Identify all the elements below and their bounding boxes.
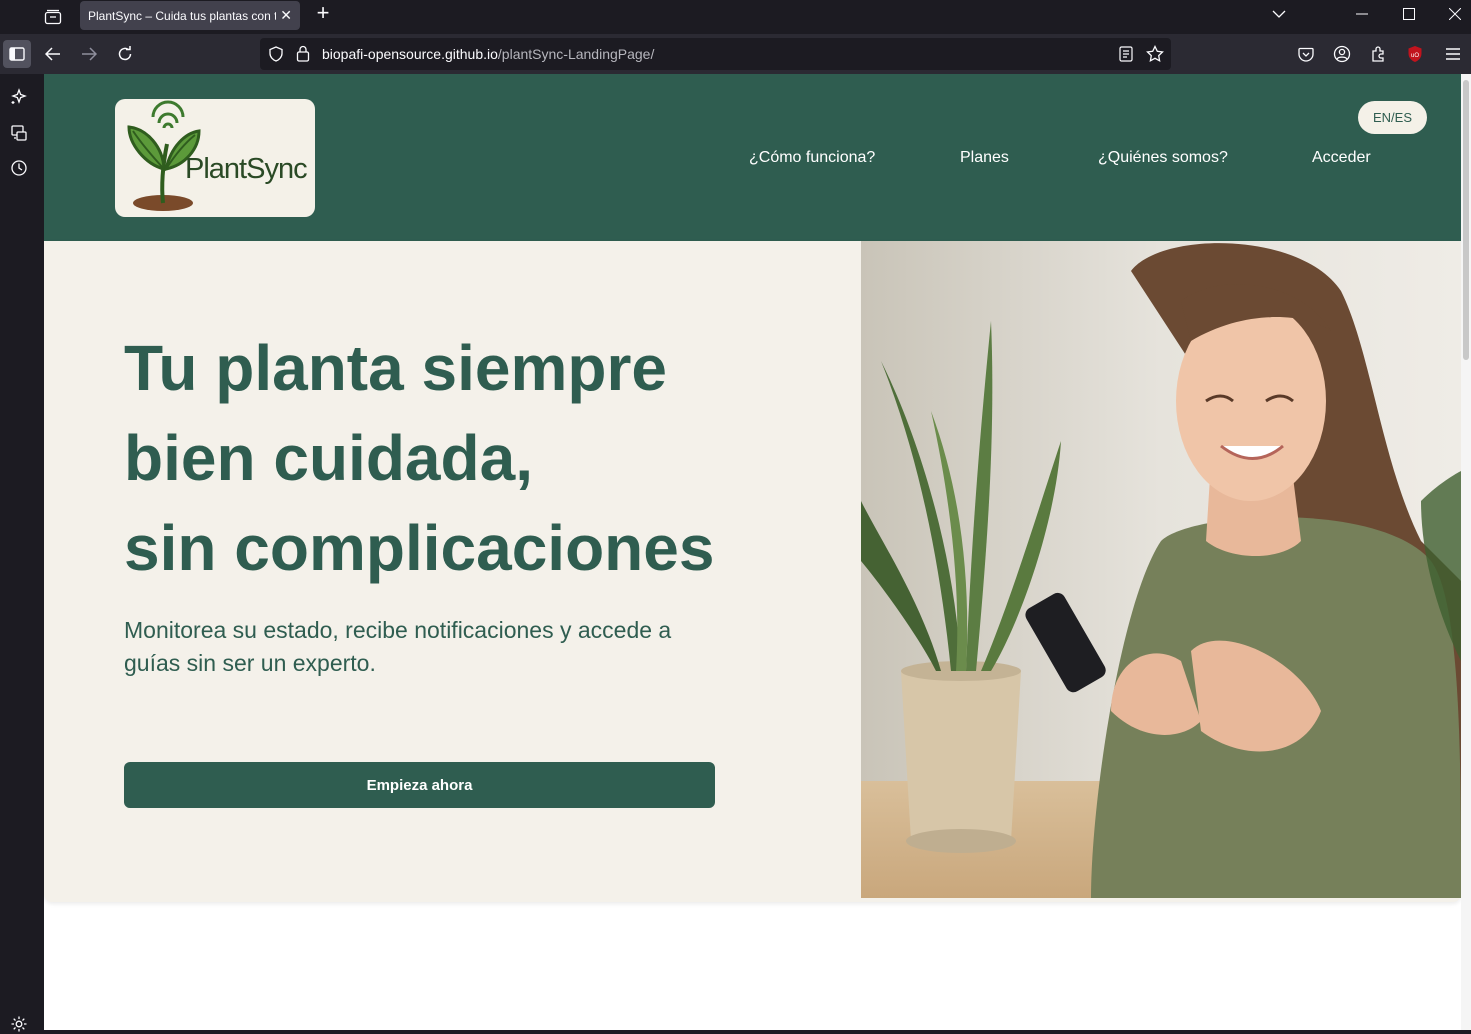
plus-icon[interactable]: + (312, 2, 334, 24)
nav-link-plans[interactable]: Planes (960, 149, 1009, 167)
hero-title-line: Tu planta siempre (124, 332, 667, 404)
site-header: PlantSync EN/ES ¿Cómo funciona? Planes ¿… (44, 74, 1461, 241)
hero-title-line: sin complicaciones (124, 512, 715, 584)
close-icon[interactable]: ✕ (280, 7, 292, 23)
nav-link-how-it-works[interactable]: ¿Cómo funciona? (749, 149, 875, 167)
hero-subtitle: Monitorea su estado, recibe notificacion… (124, 617, 672, 676)
synced-tabs-icon[interactable] (9, 123, 29, 143)
url-bar[interactable]: biopafi-opensource.github.io/plantSync-L… (260, 38, 1171, 70)
forward-arrow-icon[interactable] (75, 40, 103, 68)
hero-title: Tu planta siempre bien cuidada, sin comp… (124, 323, 804, 593)
web-page: PlantSync EN/ES ¿Cómo funciona? Planes ¿… (44, 74, 1471, 1030)
window-close-icon[interactable] (1432, 0, 1471, 28)
minimize-icon[interactable] (1339, 0, 1385, 28)
url-path: /plantSync-LandingPage/ (497, 46, 655, 62)
page-scrollbar[interactable] (1461, 74, 1471, 1030)
navigation-toolbar: biopafi-opensource.github.io/plantSync-L… (0, 34, 1471, 74)
url-text[interactable]: biopafi-opensource.github.io/plantSync-L… (322, 46, 654, 62)
hamburger-menu-icon[interactable] (1439, 40, 1467, 68)
nav-link-about-us[interactable]: ¿Quiénes somos? (1098, 149, 1228, 167)
hero-section: Tu planta siempre bien cuidada, sin comp… (44, 241, 1461, 902)
svg-text:uO: uO (1411, 53, 1419, 59)
lock-icon[interactable] (296, 45, 310, 67)
star-icon[interactable] (1146, 44, 1164, 68)
browser-tab[interactable]: PlantSync – Cuida tus plantas con te ✕ (80, 1, 300, 30)
nav-link-login[interactable]: Acceder (1312, 149, 1371, 167)
shield-icon[interactable] (268, 46, 284, 67)
settings-icon[interactable] (9, 1014, 29, 1034)
maximize-icon[interactable] (1386, 0, 1432, 28)
browser-sidebar (0, 74, 44, 1032)
hero-image (861, 241, 1461, 898)
hero-title-line: bien cuidada, (124, 422, 533, 494)
tab-title: PlantSync – Cuida tus plantas con te (88, 8, 276, 23)
language-toggle-button[interactable]: EN/ES (1358, 101, 1427, 134)
tab-list-icon[interactable] (40, 4, 66, 30)
history-icon[interactable] (9, 158, 29, 178)
logo-text: PlantSync (185, 153, 308, 185)
reload-icon[interactable] (111, 40, 139, 68)
sidebar-icon[interactable] (3, 40, 31, 68)
pocket-icon[interactable] (1292, 40, 1320, 68)
site-logo[interactable]: PlantSync (115, 99, 315, 217)
extensions-icon[interactable] (1364, 40, 1392, 68)
sparkle-icon[interactable] (9, 87, 29, 107)
tab-bar: PlantSync – Cuida tus plantas con te ✕ + (0, 0, 1471, 34)
chevron-down-icon[interactable] (1256, 0, 1302, 28)
account-icon[interactable] (1328, 40, 1356, 68)
back-arrow-icon[interactable] (39, 40, 67, 68)
start-now-button[interactable]: Empieza ahora (124, 762, 715, 808)
ublock-icon[interactable]: uO (1401, 40, 1429, 68)
url-domain: biopafi-opensource.github.io (322, 46, 498, 62)
scrollbar-thumb[interactable] (1463, 80, 1469, 360)
reader-view-icon[interactable] (1119, 46, 1133, 67)
